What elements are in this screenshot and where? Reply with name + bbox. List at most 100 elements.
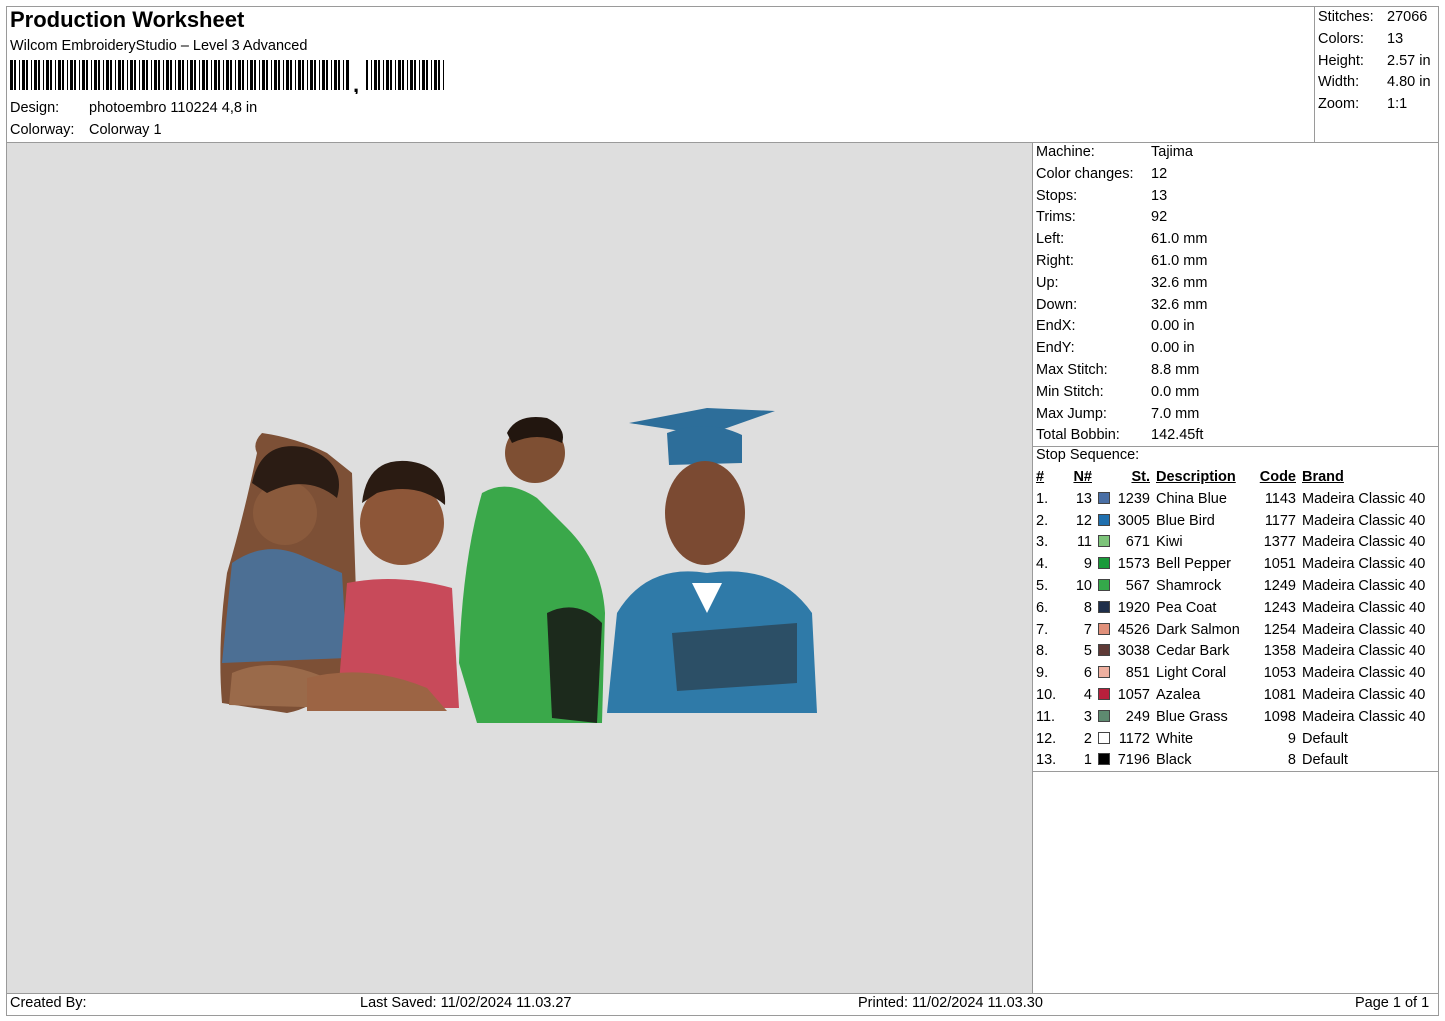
row-description: Blue Grass (1156, 708, 1228, 725)
row-brand: Madeira Classic 40 (1302, 708, 1426, 725)
stat-stitches: Stitches: 27066 (1318, 9, 1428, 25)
color-swatch (1098, 557, 1110, 570)
row-description: Azalea (1156, 686, 1201, 703)
row-swatch (1092, 554, 1110, 576)
info-row: Max Stitch: 8.8 mm (1036, 361, 1200, 378)
embroidery-artwork (220, 408, 817, 723)
row-needle: 7 (1083, 621, 1092, 638)
stats-divider (1314, 6, 1315, 143)
info-row: EndX: 0.00 in (1036, 318, 1195, 335)
row-swatch (1092, 489, 1110, 511)
row-code: 1053 (1263, 665, 1296, 682)
row-num: 9. (1036, 665, 1049, 682)
row-stitches: 1573 (1117, 556, 1150, 573)
row-needle: 9 (1083, 556, 1092, 573)
row-code: 1249 (1263, 577, 1296, 594)
stop-sequence-table: # N# St. Description Code Brand 1. 13 1239… (1034, 467, 1425, 772)
info-row: EndY: 0.00 in (1036, 340, 1195, 357)
design-row: Design: photoembro 110224 4,8 in (10, 100, 257, 116)
row-code: 1098 (1263, 708, 1296, 725)
info-row: Max Jump: 7.0 mm (1036, 405, 1200, 422)
color-swatch (1098, 600, 1110, 613)
table-row: 5. 10 567 Shamrock 1249 Madeira Classic 40 (1034, 576, 1425, 598)
row-needle: 12 (1075, 512, 1092, 529)
row-needle: 6 (1083, 665, 1092, 682)
table-row: 11. 3 249 Blue Grass 1098 Madeira Classic 40 (1034, 707, 1425, 729)
row-brand: Madeira Classic 40 (1302, 599, 1426, 616)
table-row: 4. 9 1573 Bell Pepper 1051 Madeira Classic 40 (1034, 554, 1425, 576)
row-code: 1143 (1264, 490, 1296, 507)
table-header-row: # N# St. Description Code Brand (1034, 467, 1425, 489)
row-num: 2. (1036, 512, 1049, 529)
software-subtitle: Wilcom EmbroideryStudio – Level 3 Advanc… (10, 38, 308, 54)
table-row: 13. 1 7196 Black 8 Default (1034, 750, 1425, 772)
row-swatch (1092, 641, 1110, 663)
row-num: 10. (1036, 686, 1057, 703)
color-swatch (1098, 666, 1110, 679)
row-brand: Madeira Classic 40 (1302, 643, 1426, 660)
info-row: Trims: 92 (1036, 209, 1168, 226)
row-swatch (1092, 511, 1110, 533)
table-row: 7. 7 4526 Dark Salmon 1254 Madeira Classic 40 (1034, 620, 1425, 642)
row-code: 1254 (1263, 621, 1296, 638)
row-stitches: 7196 (1117, 752, 1150, 769)
row-needle: 8 (1083, 599, 1092, 616)
footer-divider (6, 993, 1439, 994)
color-swatch (1098, 578, 1110, 591)
info-row: Color changes: 12 (1036, 165, 1168, 182)
color-swatch (1098, 513, 1110, 526)
info-row: Min Stitch: 0.0 mm (1036, 383, 1200, 400)
row-swatch (1092, 685, 1110, 707)
table-row: 9. 6 851 Light Coral 1053 Madeira Classic 40 (1034, 663, 1425, 685)
info-row: Down: 32.6 mm (1036, 296, 1208, 313)
row-brand: Madeira Classic 40 (1302, 556, 1426, 573)
row-stitches: 1057 (1117, 686, 1150, 703)
row-code: 8 (1287, 752, 1296, 769)
design-preview (7, 143, 1032, 993)
color-swatch (1098, 622, 1110, 635)
row-code: 1051 (1263, 556, 1296, 573)
table-row: 8. 5 3038 Cedar Bark 1358 Madeira Classic 40 (1034, 641, 1425, 663)
row-description: White (1156, 730, 1194, 747)
row-needle: 10 (1075, 577, 1092, 594)
row-brand: Madeira Classic 40 (1302, 621, 1426, 638)
figure-child-left (220, 433, 357, 713)
col-description: Description (1156, 469, 1236, 485)
col-code: Code (1259, 469, 1296, 485)
row-num: 4. (1036, 556, 1049, 573)
row-description: Blue Bird (1156, 512, 1215, 529)
design-value: photoembro 110224 4,8 in (89, 100, 258, 116)
row-code: 1081 (1263, 686, 1296, 703)
design-label: Design: (10, 100, 60, 116)
colorway-value: Colorway 1 (89, 122, 162, 138)
row-code: 1358 (1263, 643, 1296, 660)
row-brand: Madeira Classic 40 (1302, 577, 1426, 594)
row-swatch (1092, 663, 1110, 685)
col-num: # (1036, 469, 1045, 485)
color-swatch (1098, 535, 1110, 548)
row-brand: Default (1302, 730, 1348, 747)
table-row: 1. 13 1239 China Blue 1143 Madeira Classic 40 (1034, 489, 1425, 511)
colorway-row: Colorway: Colorway 1 (10, 122, 162, 138)
stats-panel: Stitches: 27066 Colors: 13 Height: 2.57 in … (1318, 7, 1438, 116)
row-description: Kiwi (1156, 534, 1183, 551)
stat-height: Height: 2.57 in (1318, 52, 1431, 69)
table-row: 10. 4 1057 Azalea 1081 Madeira Classic 40 (1034, 685, 1425, 707)
row-brand: Default (1302, 752, 1348, 769)
table-row: 12. 2 1172 White 9 Default (1034, 729, 1425, 751)
row-description: Black (1156, 752, 1192, 769)
row-swatch (1092, 620, 1110, 642)
footer-last-saved: Last Saved: 11/02/2024 11.03.27 (360, 995, 572, 1011)
col-swatch-spacer (1092, 467, 1110, 489)
row-description: China Blue (1156, 490, 1227, 507)
row-needle: 2 (1083, 730, 1092, 747)
panel-divider (1032, 142, 1033, 994)
table-row: 2. 12 3005 Blue Bird 1177 Madeira Classic 40 (1034, 511, 1425, 533)
row-description: Shamrock (1156, 577, 1222, 594)
row-needle: 4 (1083, 686, 1092, 703)
row-description: Cedar Bark (1156, 643, 1230, 660)
info-row: Machine: Tajima (1036, 144, 1193, 160)
row-swatch (1092, 729, 1110, 751)
figure-green-hoodie (459, 417, 605, 723)
row-swatch (1092, 598, 1110, 620)
